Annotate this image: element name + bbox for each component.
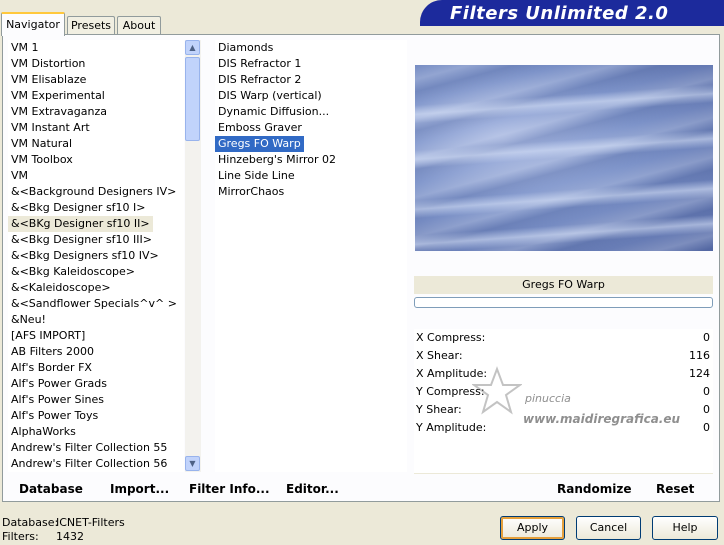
parameter-label: X Shear: [416, 349, 463, 362]
filters-status-label: Filters: [2, 530, 39, 543]
database-status-value: ICNET-Filters [56, 516, 125, 529]
category-list-item[interactable]: Andrew's Filter Collection 56 [8, 456, 170, 472]
filter-list-item[interactable]: DIS Refractor 1 [215, 56, 304, 72]
category-list[interactable]: VM 1 VM Distortion VM Elisablaze VM Experim… [8, 40, 184, 472]
category-list-item[interactable]: Andrew's Filter Collection 55 [8, 440, 170, 456]
apply-button[interactable]: Apply [500, 516, 565, 540]
import-button[interactable]: Import... [110, 481, 169, 497]
title-banner: Filters Unlimited 2.0 [420, 0, 724, 26]
parameter-row-empty [414, 455, 713, 474]
category-list-item[interactable]: &<Bkg Designer sf10 I> [8, 200, 149, 216]
parameter-row[interactable]: X Shear: 116 [414, 347, 713, 366]
category-list-item[interactable]: Alf's Border FX [8, 360, 95, 376]
category-list-item[interactable]: &<Kaleidoscope> [8, 280, 114, 296]
filter-list-item[interactable]: Gregs FO Warp [215, 136, 304, 152]
selected-filter-name: Gregs FO Warp [414, 276, 713, 294]
parameter-value[interactable]: 124 [689, 365, 710, 383]
parameter-row[interactable]: X Compress: 0 [414, 329, 713, 348]
filter-list-item[interactable]: Dynamic Diffusion... [215, 104, 332, 120]
category-list-item[interactable]: VM Natural [8, 136, 75, 152]
watermark-star-icon [470, 366, 524, 416]
filter-list-item[interactable]: Emboss Graver [215, 120, 305, 136]
cancel-button[interactable]: Cancel [576, 516, 641, 540]
parameter-label: X Compress: [416, 331, 486, 344]
filter-list-item[interactable]: Hinzeberg's Mirror 02 [215, 152, 339, 168]
parameter-row[interactable]: X Amplitude: 124 [414, 365, 713, 384]
parameter-value[interactable]: 116 [689, 347, 710, 365]
parameter-value[interactable]: 0 [703, 419, 710, 437]
category-list-item[interactable]: &<Background Designers IV> [8, 184, 179, 200]
category-list-item[interactable]: VM Elisablaze [8, 72, 89, 88]
category-list-item[interactable]: VM Toolbox [8, 152, 76, 168]
category-list-item[interactable]: &<Bkg Kaleidoscope> [8, 264, 138, 280]
filter-list-item[interactable]: MirrorChaos [215, 184, 287, 200]
category-list-item[interactable]: VM Extravaganza [8, 104, 110, 120]
category-list-item[interactable]: &<Sandflower Specials^v^ > [8, 296, 180, 312]
filter-list[interactable]: Diamonds DIS Refractor 1 DIS Refractor 2 DI… [215, 40, 407, 472]
tab-about[interactable]: About [117, 16, 161, 34]
parameter-value[interactable]: 0 [703, 383, 710, 401]
category-list-item[interactable]: VM Distortion [8, 56, 88, 72]
filter-list-item[interactable]: Line Side Line [215, 168, 298, 184]
category-list-item[interactable]: &<Bkg Designer sf10 III> [8, 232, 155, 248]
progress-bar [414, 297, 713, 308]
filter-list-item[interactable]: Diamonds [215, 40, 276, 56]
category-list-item[interactable]: &<BKg Designer sf10 II> [8, 216, 153, 232]
scroll-thumb[interactable] [185, 57, 200, 141]
tab-navigator[interactable]: Navigator [1, 12, 65, 36]
filters-status-value: 1432 [56, 530, 84, 543]
scroll-down-button[interactable]: ▼ [185, 456, 200, 471]
filter-info-button[interactable]: Filter Info... [189, 481, 270, 497]
randomize-button[interactable]: Randomize [557, 481, 631, 497]
filter-list-item[interactable]: DIS Warp (vertical) [215, 88, 325, 104]
scroll-up-button[interactable]: ▲ [185, 40, 200, 55]
tab-presets[interactable]: Presets [67, 16, 115, 34]
category-list-item[interactable]: AB Filters 2000 [8, 344, 97, 360]
category-list-item[interactable]: AlphaWorks [8, 424, 79, 440]
banner-title: Filters Unlimited 2.0 [450, 3, 669, 24]
parameter-label: Y Amplitude: [416, 421, 487, 434]
parameter-value[interactable]: 0 [703, 401, 710, 419]
watermark-line2: www.maidiregrafica.eu [523, 412, 681, 426]
reset-button[interactable]: Reset [656, 481, 694, 497]
category-list-item[interactable]: Alf's Power Sines [8, 392, 107, 408]
editor-button[interactable]: Editor... [286, 481, 339, 497]
parameter-label: Y Shear: [416, 403, 462, 416]
category-list-item[interactable]: &<Bkg Designers sf10 IV> [8, 248, 162, 264]
category-list-item[interactable]: Alf's Power Grads [8, 376, 110, 392]
database-button[interactable]: Database [19, 481, 83, 497]
parameter-row-empty [414, 437, 713, 456]
category-list-item[interactable]: VM Experimental [8, 88, 108, 104]
category-scrollbar[interactable]: ▲ ▼ [185, 40, 201, 472]
category-list-item[interactable]: &Neu! [8, 312, 49, 328]
category-list-item[interactable]: VM [8, 168, 31, 184]
category-list-item[interactable]: Alf's Power Toys [8, 408, 101, 424]
parameter-value[interactable]: 0 [703, 329, 710, 347]
filter-list-item[interactable]: DIS Refractor 2 [215, 72, 304, 88]
category-list-item[interactable]: VM Instant Art [8, 120, 93, 136]
category-list-item[interactable]: [AFS IMPORT] [8, 328, 88, 344]
filter-preview-image [415, 65, 713, 254]
help-button[interactable]: Help [652, 516, 718, 540]
category-list-item[interactable]: VM 1 [8, 40, 42, 56]
watermark-line1: pinuccia [525, 392, 571, 405]
database-status-label: Database: [2, 516, 59, 529]
